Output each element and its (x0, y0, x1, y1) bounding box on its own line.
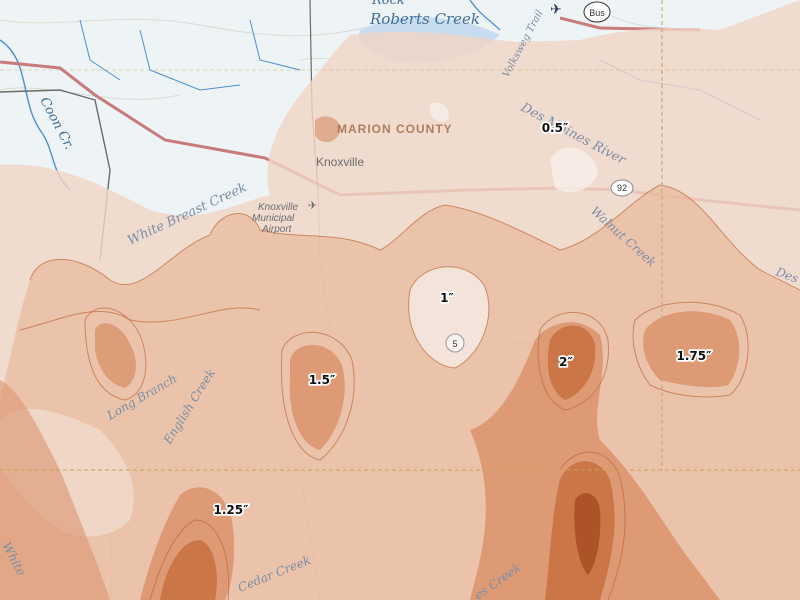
rainfall-label-one-half: 1.5″ (309, 373, 336, 387)
rainfall-map[interactable]: Rock Roberts Creek Coon Cr. White Breast… (0, 0, 800, 600)
rock-label: Rock (371, 0, 405, 8)
svg-text:Knoxville: Knoxville (258, 202, 298, 213)
svg-text:5: 5 (452, 339, 457, 349)
bus-shield: Bus (583, 1, 611, 23)
roberts-creek-label: Roberts Creek (369, 10, 480, 28)
airport-icon: ✈ (308, 199, 317, 212)
route-92-shield: 92 (610, 179, 634, 197)
rainfall-label-one-quarter: 1.25″ (214, 503, 250, 517)
airport-plane-icon: ✈ (550, 2, 562, 18)
rainfall-label-two: 2″ (559, 355, 573, 369)
svg-text:Municipal: Municipal (252, 213, 295, 224)
county-label: MARION COUNTY (337, 122, 453, 136)
svg-text:Airport: Airport (261, 224, 293, 235)
svg-text:Bus: Bus (589, 8, 605, 18)
route-5-shield: 5 (445, 333, 465, 353)
svg-text:92: 92 (617, 183, 627, 193)
city-label: Knoxville (316, 155, 364, 169)
rainfall-label-half: 0.5″ (542, 121, 569, 135)
rainfall-label-one-three-quarter: 1.75″ (677, 349, 713, 363)
rainfall-label-one: 1″ (440, 291, 454, 305)
map-canvas: Rock Roberts Creek Coon Cr. White Breast… (0, 0, 800, 600)
